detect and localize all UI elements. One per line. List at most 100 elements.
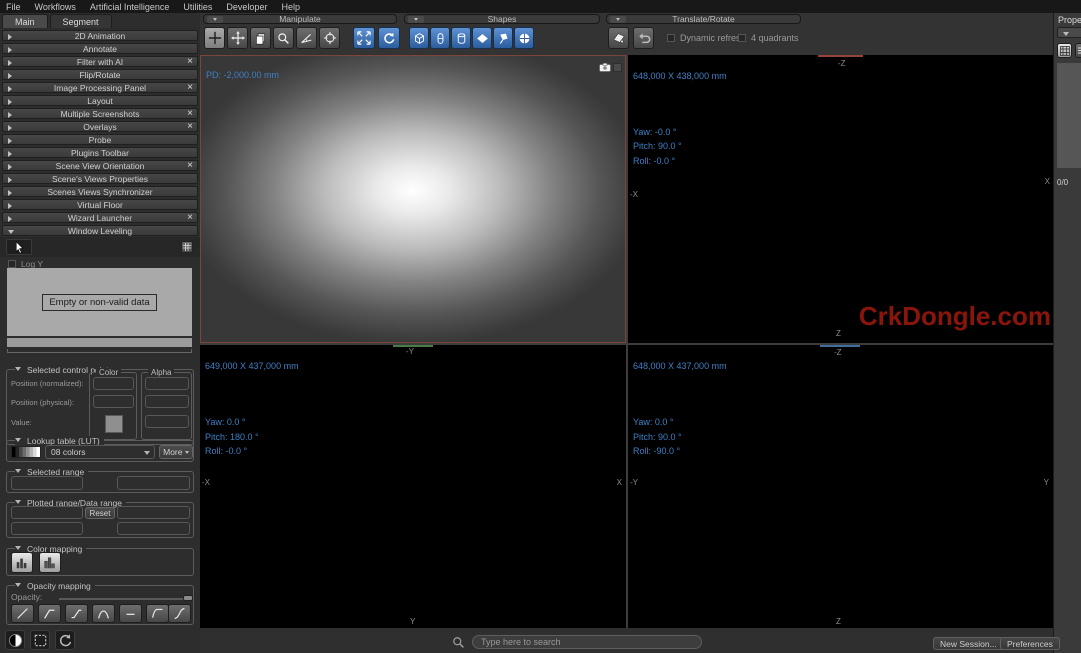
contrast-button[interactable] (5, 630, 25, 650)
histogram-area[interactable]: Empty or non-valid data (7, 268, 192, 336)
curve-ramp-plateau-button[interactable] (38, 604, 61, 623)
close-icon[interactable] (187, 56, 193, 67)
four-quadrants-checkbox[interactable] (738, 34, 746, 42)
curve-sigmoid-button[interactable] (168, 604, 191, 623)
sidebar-panel-multiple-screenshots[interactable]: Multiple Screenshots (2, 108, 198, 119)
sidebar-panel-filter-with-ai[interactable]: Filter with AI (2, 56, 198, 67)
curve-flat-button[interactable] (119, 604, 142, 623)
copy-layer-button[interactable] (250, 27, 271, 49)
selected-range-min-input[interactable] (11, 476, 83, 490)
camera-button[interactable] (599, 59, 611, 77)
properties-dropdown[interactable] (1057, 27, 1081, 38)
preferences-button[interactable]: Preferences (1000, 637, 1060, 650)
shape-cylinder-button[interactable] (451, 27, 471, 49)
shapes-group-header[interactable]: Shapes (404, 14, 600, 24)
sidebar-panel-scenes-views-properties[interactable]: Scene's Views Properties (2, 173, 198, 184)
curve-linear-button[interactable] (11, 604, 34, 623)
reset-button[interactable]: Reset (85, 507, 115, 519)
data-range-min-input[interactable] (11, 522, 83, 535)
close-icon[interactable] (187, 108, 193, 119)
alpha-value-input[interactable] (145, 415, 189, 428)
rotate-view-button[interactable] (378, 27, 400, 49)
pointer-tool-button[interactable] (6, 239, 32, 255)
viewport-menu-button[interactable] (613, 59, 622, 77)
plotted-range-min-input[interactable] (11, 506, 83, 519)
close-icon[interactable] (187, 212, 193, 223)
menu-help[interactable]: Help (281, 2, 300, 12)
lut-more-button[interactable]: More (159, 445, 193, 459)
fit-view-button[interactable] (353, 27, 375, 49)
undo-rotate-button[interactable] (633, 27, 654, 49)
sidebar-panel-virtual-floor[interactable]: Virtual Floor (2, 199, 198, 210)
viewport-bottom-left[interactable]: -Y 649,000 X 437,000 mm Yaw: 0.0 ° Pitch… (200, 345, 626, 628)
properties-grid-button[interactable] (1057, 43, 1072, 58)
translate-plane-button[interactable] (608, 27, 629, 49)
sidebar-panel-flip-rotate[interactable]: Flip/Rotate (2, 69, 198, 80)
sidebar-panel-overlays[interactable]: Overlays (2, 121, 198, 132)
reset-view-button[interactable] (55, 630, 75, 650)
shape-capsule-button[interactable] (430, 27, 450, 49)
tab-segment[interactable]: Segment (50, 14, 112, 28)
sidebar-panel-2d-animation[interactable]: 2D Animation (2, 30, 198, 41)
shape-cube-button[interactable] (409, 27, 429, 49)
search-input[interactable] (472, 635, 702, 649)
angle-tool-button[interactable] (296, 27, 317, 49)
translate-rotate-group-header[interactable]: Translate/Rotate (606, 14, 801, 24)
opacity-mapping-title[interactable]: Opacity mapping (15, 581, 95, 591)
curve-ramp-button[interactable] (65, 604, 88, 623)
shape-plane-button[interactable] (472, 27, 492, 49)
crosshair-tool-button[interactable] (204, 27, 225, 49)
alpha-position-normalized-input[interactable] (145, 377, 189, 390)
sidebar-panel-annotate[interactable]: Annotate (2, 43, 198, 54)
new-session-button[interactable]: New Session... (933, 637, 1004, 650)
menu-utilities[interactable]: Utilities (183, 2, 212, 12)
plotted-range-max-input[interactable] (117, 506, 190, 519)
alpha-position-physical-input[interactable] (145, 395, 189, 408)
slice-indicator-line-red[interactable] (818, 55, 863, 57)
zoom-tool-button[interactable] (273, 27, 294, 49)
group-menu-button[interactable] (207, 16, 223, 23)
data-range-max-input[interactable] (117, 522, 190, 535)
sidebar-panel-scene-view-orientation[interactable]: Scene View Orientation (2, 160, 198, 171)
curve-bell-button[interactable] (92, 604, 115, 623)
color-value-swatch[interactable] (105, 415, 123, 433)
shape-pin-button[interactable] (493, 27, 513, 49)
menu-artificial-intelligence[interactable]: Artificial Intelligence (90, 2, 170, 12)
color-mapping-histogram-button[interactable] (11, 552, 33, 573)
log-y-checkbox[interactable] (8, 260, 16, 268)
color-position-physical-input[interactable] (93, 395, 134, 408)
histogram-range-strip[interactable] (7, 338, 192, 347)
menu-developer[interactable]: Developer (226, 2, 267, 12)
histogram-options-button[interactable] (181, 241, 193, 253)
group-menu-button[interactable] (408, 16, 424, 23)
menu-file[interactable]: File (6, 2, 21, 12)
pan-tool-button[interactable] (227, 27, 248, 49)
color-position-normalized-input[interactable] (93, 377, 134, 390)
sidebar-panel-probe[interactable]: Probe (2, 134, 198, 145)
group-menu-button[interactable] (610, 16, 626, 23)
opacity-slider-handle[interactable] (183, 595, 193, 601)
shape-sphere-button[interactable] (514, 27, 534, 49)
slice-indicator-line-blue[interactable] (820, 345, 860, 347)
sidebar-panel-plugins-toolbar[interactable]: Plugins Toolbar (2, 147, 198, 158)
viewport-top-right[interactable]: -Z 648,000 X 438,000 mm Yaw: -0.0 ° Pitc… (628, 55, 1053, 343)
opacity-slider-track[interactable] (59, 598, 187, 600)
menu-workflows[interactable]: Workflows (35, 2, 76, 12)
sidebar-panel-wizard-launcher[interactable]: Wizard Launcher (2, 212, 198, 223)
tab-main[interactable]: Main (2, 14, 48, 28)
color-mapping-gradient-button[interactable] (39, 552, 61, 573)
viewport-bottom-right[interactable]: -Z 648,000 X 437,000 mm Yaw: 0.0 ° Pitch… (628, 345, 1053, 628)
selection-box-button[interactable] (30, 630, 50, 650)
sidebar-panel-image-processing[interactable]: Image Processing Panel (2, 82, 198, 93)
close-icon[interactable] (187, 82, 193, 93)
target-tool-button[interactable] (319, 27, 340, 49)
selected-range-max-input[interactable] (117, 476, 190, 490)
curve-sqrt-button[interactable] (146, 604, 169, 623)
sidebar-panel-scenes-views-synchronizer[interactable]: Scenes Views Synchronizer (2, 186, 198, 197)
sidebar-panel-window-leveling[interactable]: Window Leveling (2, 225, 198, 236)
properties-list-button[interactable] (1075, 43, 1081, 58)
dynamic-refresh-checkbox[interactable] (667, 34, 675, 42)
close-icon[interactable] (187, 121, 193, 132)
sidebar-panel-layout[interactable]: Layout (2, 95, 198, 106)
histogram-scrollbar[interactable] (7, 349, 192, 353)
